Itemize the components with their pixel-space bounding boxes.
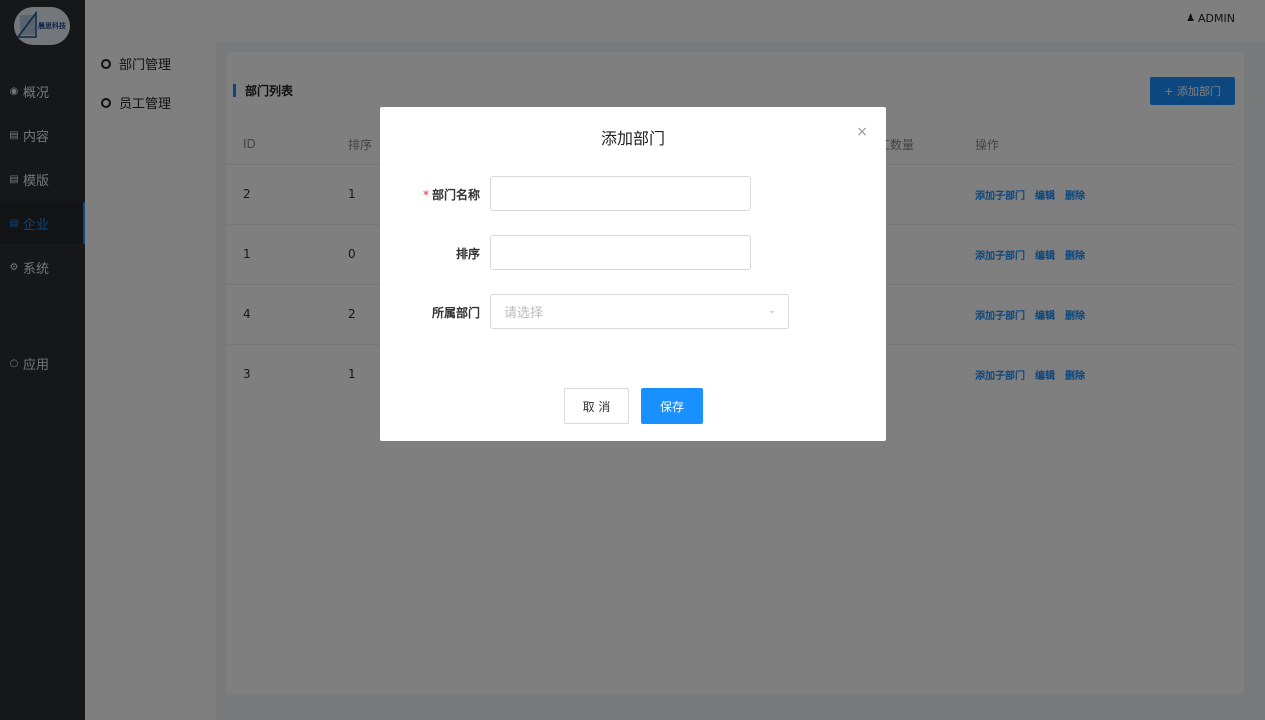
department-name-input[interactable] [490,176,751,211]
sort-label: 排序 [455,247,480,261]
save-button[interactable]: 保存 [641,388,703,424]
parent-department-label: 所属部门 [431,306,480,320]
chevron-down-icon: ⌄ [767,305,776,316]
department-name-label-text: 部门名称 [431,188,480,202]
required-mark: * [422,188,429,202]
close-icon[interactable]: × [856,124,868,140]
parent-department-select[interactable]: 请选择 ⌄ [490,294,789,329]
add-department-dialog: 添加部门 × * 部门名称 排序 所属部门 请选择 ⌄ 取 消 保存 [380,107,886,441]
sort-input[interactable] [490,235,751,270]
dialog-title: 添加部门 [600,129,665,148]
department-name-label: * 部门名称 [380,186,480,203]
cancel-button[interactable]: 取 消 [564,388,629,424]
select-placeholder: 请选择 [504,306,544,321]
